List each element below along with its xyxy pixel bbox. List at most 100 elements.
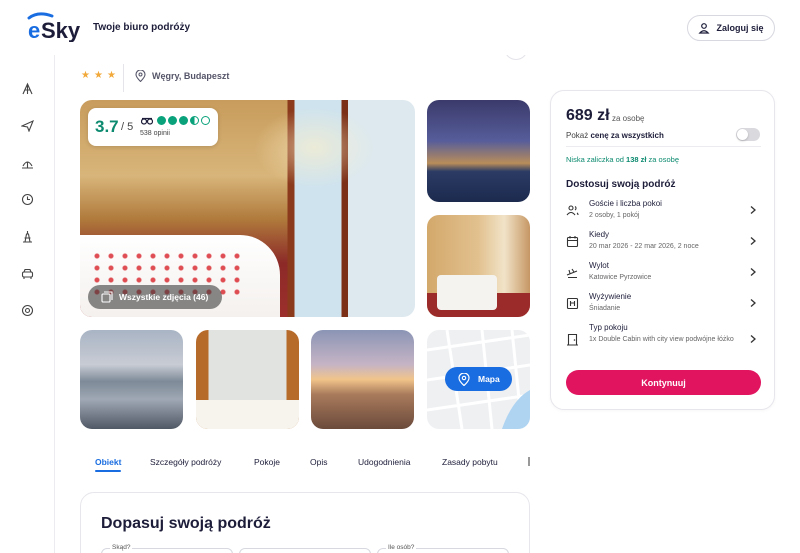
esky-logo[interactable]: e Sky	[26, 12, 84, 42]
option-dates[interactable]: Kiedy 20 mar 2026 - 22 mar 2026, 2 noce	[566, 230, 761, 258]
guests-field[interactable]: Ile osób?	[377, 544, 509, 553]
option-departure-value: Katowice Pyrzowice	[589, 274, 652, 281]
chevron-right-icon	[750, 335, 756, 343]
meal-icon	[566, 297, 579, 310]
all-photos-label: Wszystkie zdjęcia (46)	[119, 292, 209, 302]
chevron-right-icon	[750, 268, 756, 276]
option-guests[interactable]: Goście i liczba pokoi 2 osoby, 1 pokój	[566, 199, 761, 227]
rating-dot	[157, 116, 166, 125]
continue-button[interactable]: Kontynuuj	[566, 370, 761, 395]
departure-icon	[566, 268, 578, 279]
rating-card[interactable]: 3.7 / 5 538 opinii	[88, 108, 218, 146]
photo-deck[interactable]	[80, 330, 183, 429]
option-guests-title: Goście i liczba pokoi	[589, 199, 662, 208]
breakfast-table	[196, 400, 299, 429]
hotel-icon[interactable]	[19, 80, 35, 96]
rating-dot	[190, 116, 199, 125]
gallery-icon	[101, 291, 113, 303]
tripadvisor-icon	[141, 117, 153, 125]
deposit-prefix: Niska zaliczka od	[566, 155, 627, 164]
option-room-type[interactable]: Typ pokoju 1x Double Cabin with city vie…	[566, 323, 761, 359]
destination-field[interactable]	[239, 548, 371, 553]
option-room-type-value: 1x Double Cabin with city view podwójne …	[589, 336, 734, 343]
booking-card: 689 zł za osobę Pokaż cenę za wszystkich…	[550, 90, 775, 410]
tab-obiekt[interactable]: Obiekt	[95, 457, 121, 467]
sidebar	[0, 55, 55, 553]
tab-opis[interactable]: Opis	[310, 457, 327, 467]
guests-icon	[566, 205, 579, 216]
site-header: e Sky Twoje biuro podróży Zaloguj się	[0, 0, 800, 55]
tagline: Twoje biuro podróży	[93, 22, 191, 33]
city-break-icon[interactable]	[19, 228, 35, 244]
customize-title: Dostosuj swoją podróż	[566, 179, 676, 190]
show-total-bold: cenę za wszystkich	[590, 131, 664, 140]
door-icon	[567, 333, 578, 346]
rating-dot	[179, 116, 188, 125]
price-unit: za osobę	[612, 114, 645, 123]
tab-pokoje[interactable]: Pokoje	[254, 457, 280, 467]
photo-room[interactable]	[427, 215, 530, 317]
tab-udogodnienia[interactable]: Udogodnienia	[358, 457, 410, 467]
total-price-toggle[interactable]	[736, 128, 760, 141]
option-dates-value: 20 mar 2026 - 22 mar 2026, 2 noce	[589, 243, 699, 250]
deposit-amount: 138 zł	[626, 155, 647, 164]
location-pin-icon	[458, 372, 470, 386]
tab-szczegoly-podrozy[interactable]: Szczegóły podróży	[150, 457, 221, 467]
svg-text:e: e	[28, 18, 40, 42]
option-dates-title: Kiedy	[589, 230, 610, 239]
chevron-right-icon	[750, 237, 756, 245]
divider	[566, 146, 761, 147]
customize-trip-title: Dopasuj swoją podróż	[101, 515, 271, 532]
hotel-location[interactable]: Węgry, Budapeszt	[135, 70, 229, 82]
divider	[123, 64, 124, 92]
car-icon[interactable]	[19, 265, 35, 281]
calendar-icon	[566, 236, 579, 248]
show-total-prefix: Pokaż	[566, 131, 591, 140]
location-pin-icon	[135, 70, 146, 82]
svg-text:Sky: Sky	[41, 18, 81, 42]
option-meal[interactable]: Wyżywienie Śniadanie	[566, 292, 761, 320]
deposit-suffix: za osobę	[646, 155, 679, 164]
rating-dots	[157, 116, 210, 125]
option-departure[interactable]: Wylot Katowice Pyrzowice	[566, 261, 761, 289]
user-icon	[698, 23, 711, 34]
photo-breakfast[interactable]	[196, 330, 299, 429]
location-text: Węgry, Budapeszt	[152, 71, 230, 81]
guests-field-label: Ile osób?	[386, 544, 417, 551]
room-bed	[437, 275, 497, 310]
rating-dot	[168, 116, 177, 125]
option-room-type-title: Typ pokoju	[589, 323, 628, 332]
detail-tabs: Obiekt Szczegóły podróży Pokoje Opis Udo…	[80, 450, 535, 480]
rating-dot	[201, 116, 210, 125]
star-icon: ★	[93, 70, 103, 81]
map-label: Mapa	[478, 374, 500, 384]
show-total-text: Pokaż cenę za wszystkich	[566, 131, 664, 140]
map-button[interactable]: Mapa	[445, 367, 512, 391]
login-button[interactable]: Zaloguj się	[687, 15, 775, 41]
option-meal-value: Śniadanie	[589, 305, 621, 312]
photo-budapest[interactable]	[427, 100, 530, 202]
last-minute-clock-icon[interactable]	[19, 191, 35, 207]
rating-max: / 5	[121, 121, 134, 133]
tab-zasady-pobytu[interactable]: Zasady pobytu	[442, 457, 498, 467]
photo-sunset[interactable]	[311, 330, 414, 429]
from-field-label: Skąd?	[110, 544, 133, 551]
chevron-right-icon	[750, 299, 756, 307]
hotel-stars: ★ ★ ★	[81, 70, 116, 81]
all-photos-button[interactable]: Wszystkie zdjęcia (46)	[88, 285, 222, 309]
option-departure-title: Wylot	[589, 261, 609, 270]
price: 689 zł	[566, 107, 610, 124]
tab-overflow-fragment[interactable]	[528, 457, 531, 466]
deposit-info: Niska zaliczka od 138 zł za osobę	[566, 155, 679, 164]
option-meal-title: Wyżywienie	[589, 292, 632, 301]
reviews-count: 538 opinii	[140, 130, 170, 137]
plane-icon[interactable]	[19, 117, 35, 133]
star-icon: ★	[106, 70, 116, 81]
from-field[interactable]: Skąd?	[101, 544, 233, 553]
chevron-right-icon	[750, 206, 756, 214]
rating-score: 3.7	[95, 117, 119, 136]
beach-vacation-icon[interactable]	[19, 154, 35, 170]
star-icon: ★	[81, 70, 90, 81]
support-icon[interactable]	[19, 302, 35, 318]
active-tab-underline	[95, 470, 121, 472]
